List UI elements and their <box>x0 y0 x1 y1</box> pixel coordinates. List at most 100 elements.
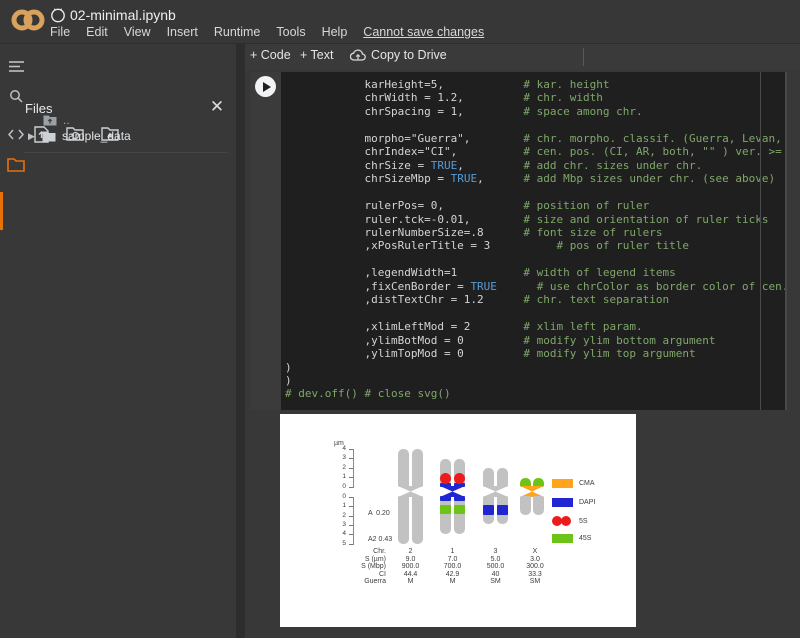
chr2-chromatid <box>398 449 409 487</box>
ruler-axis-short-arm <box>353 449 354 488</box>
ruler-tick: 4 <box>326 445 346 452</box>
chr1-dapi-band <box>440 496 451 501</box>
cell-gutter <box>250 72 281 410</box>
table-cell: 33.3 <box>517 571 553 579</box>
table-cell: M <box>390 578 431 586</box>
chr3-dapi-band <box>483 505 494 515</box>
github-icon[interactable] <box>50 7 66 23</box>
menu-help[interactable]: Help <box>322 25 348 39</box>
editor-ruler-line <box>760 72 761 410</box>
table-cell: X <box>517 548 553 556</box>
menu-bar: File Edit View Insert Runtime Tools Help… <box>50 25 484 39</box>
active-tab-indicator <box>0 192 3 230</box>
ruler-tick: 5 <box>326 540 346 547</box>
copy-to-drive-button[interactable]: Copy to Drive <box>350 48 447 62</box>
table-cell: 700.0 <box>431 563 474 571</box>
legend-swatch-dapi <box>552 498 573 507</box>
chrX-chromatid <box>520 496 531 515</box>
table-cell: 7.0 <box>431 556 474 564</box>
table-cell: M <box>431 578 474 586</box>
menu-runtime[interactable]: Runtime <box>214 25 261 39</box>
table-row-label: S (µm) <box>280 556 390 564</box>
chr1-chromatid <box>440 496 451 534</box>
output-plot: µm 4 3 2 1 0 0 1 2 3 4 5 A 0.20 A2 0.43 <box>280 414 636 627</box>
search-icon[interactable] <box>6 86 26 106</box>
colab-logo[interactable] <box>10 7 46 33</box>
app-header: 02-minimal.ipynb File Edit View Insert R… <box>0 0 800 44</box>
menu-view[interactable]: View <box>124 25 151 39</box>
close-icon[interactable]: ✕ <box>206 96 228 118</box>
ruler-tick: 1 <box>326 473 346 480</box>
table-row-label: S (Mbp) <box>280 563 390 571</box>
legend-label-45s: 45S <box>579 535 591 542</box>
toc-icon[interactable] <box>6 56 26 76</box>
add-text-label: + Text <box>300 48 333 62</box>
table-cell: 9.0 <box>390 556 431 564</box>
tree-item-sample-data[interactable]: ▶ sample_data <box>28 129 131 143</box>
ruler-tick: 0 <box>326 493 346 500</box>
legend-swatch-cma <box>552 479 573 488</box>
table-cell: 3.0 <box>517 556 553 564</box>
toolbar-divider <box>583 48 584 66</box>
table-row-label: Guerra <box>280 578 390 586</box>
copy-to-drive-label: Copy to Drive <box>371 48 447 62</box>
ruler-tick: 3 <box>326 454 346 461</box>
legend-dot-5s <box>561 516 571 526</box>
table-cell: 44.4 <box>390 571 431 579</box>
legend-label-5s: 5S <box>579 518 588 525</box>
tree-item-up[interactable]: .. <box>43 113 70 127</box>
menu-insert[interactable]: Insert <box>167 25 198 39</box>
table-cell: SM <box>474 578 517 586</box>
code-cell: karHeight=5, # kar. height chrWidth = 1.… <box>250 72 787 410</box>
table-cell: 500.0 <box>474 563 517 571</box>
menu-tools[interactable]: Tools <box>276 25 305 39</box>
ruler-tick: 2 <box>326 512 346 519</box>
menu-file[interactable]: File <box>50 25 70 39</box>
chr2-chromatid <box>398 496 409 544</box>
tree-item-sample-data-label: sample_data <box>62 129 131 143</box>
add-code-label: + Code <box>250 48 291 62</box>
chrX-chromatid <box>533 496 544 515</box>
table-cell: 5.0 <box>474 556 517 564</box>
table-row-label: Chr. <box>280 548 390 556</box>
ruler-tick: 0 <box>326 483 346 490</box>
ruler-tick: 1 <box>326 502 346 509</box>
table-cell: 2 <box>390 548 431 556</box>
ruler-tick: 4 <box>326 530 346 537</box>
cloud-upload-icon <box>350 49 366 61</box>
add-code-button[interactable]: + Code <box>250 48 291 62</box>
legend-label-dapi: DAPI <box>579 499 595 506</box>
add-text-button[interactable]: + Text <box>300 48 333 62</box>
table-cell: 1 <box>431 548 474 556</box>
code-content[interactable]: karHeight=5, # kar. height chrWidth = 1.… <box>285 78 785 410</box>
karyotype-table: Chr. 2 1 3 X S (µm) 9.0 7.0 5.0 3.0 S (M… <box>280 548 553 586</box>
play-icon <box>263 82 271 92</box>
chr3-chromatid <box>497 468 508 487</box>
table-cell: 300.0 <box>517 563 553 571</box>
notebook-toolbar: + Code + Text Copy to Drive <box>245 44 800 70</box>
chr3-dapi-band <box>497 505 508 515</box>
chevron-right-icon[interactable]: ▶ <box>28 131 36 142</box>
table-cell: 3 <box>474 548 517 556</box>
tree-item-up-label: .. <box>63 113 70 127</box>
chr1-5s-dot <box>440 473 451 484</box>
chr3-chromatid <box>483 468 494 487</box>
ruler-tick: 3 <box>326 521 346 528</box>
chr1-dapi-band <box>454 496 465 501</box>
legend-label-cma: CMA <box>579 480 595 487</box>
notebook-title[interactable]: 02-minimal.ipynb <box>70 7 176 23</box>
ruler-tick: 2 <box>326 464 346 471</box>
table-cell: 900.0 <box>390 563 431 571</box>
chr2-chromatid <box>412 449 423 487</box>
folder-icon <box>42 130 56 142</box>
chr1-chromatid <box>454 496 465 534</box>
cannot-save-changes-link[interactable]: Cannot save changes <box>363 25 484 39</box>
run-cell-button[interactable] <box>255 76 276 97</box>
files-icon[interactable] <box>6 154 26 174</box>
sidebar-divider[interactable] <box>236 44 245 638</box>
table-row-label: CI <box>280 571 390 579</box>
menu-edit[interactable]: Edit <box>86 25 108 39</box>
code-snippets-icon[interactable] <box>6 124 26 144</box>
table-cell: SM <box>517 578 553 586</box>
table-cell: 42.9 <box>431 571 474 579</box>
